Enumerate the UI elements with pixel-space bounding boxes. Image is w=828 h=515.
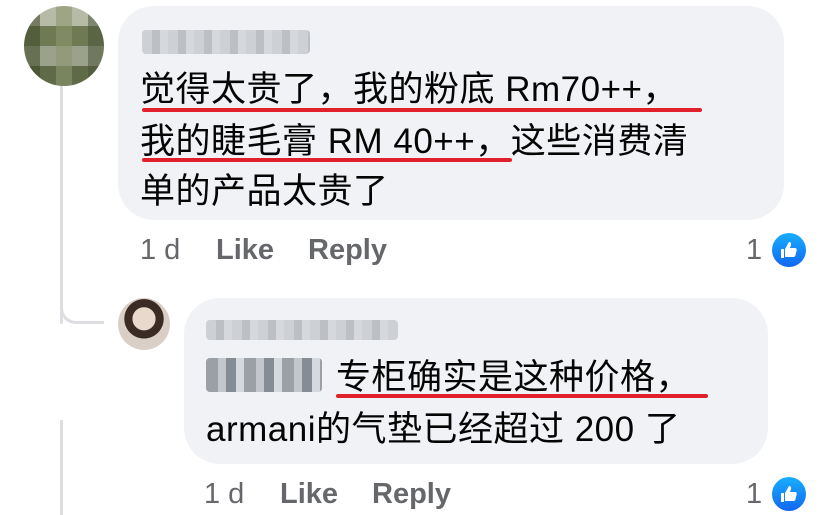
comment-text-line: 我的睫毛膏 RM 40++，这些消费清 — [140, 122, 689, 161]
avatar[interactable] — [118, 298, 170, 350]
reply-button[interactable]: Reply — [372, 477, 451, 511]
thread-line — [60, 84, 63, 324]
red-underline — [336, 394, 708, 398]
reaction-count[interactable]: 1 — [746, 477, 762, 511]
like-button[interactable]: Like — [216, 233, 274, 267]
thumbs-up-icon[interactable] — [772, 477, 806, 511]
red-underline — [142, 108, 702, 112]
reply-timestamp[interactable]: 1 d — [204, 477, 244, 511]
commenter-name-blurred[interactable] — [206, 320, 398, 340]
reply-button[interactable]: Reply — [308, 233, 387, 267]
red-underline — [142, 158, 512, 162]
avatar[interactable] — [24, 6, 104, 86]
comment-text-line: 觉得太贵了，我的粉底 Rm70++， — [140, 70, 678, 109]
like-button[interactable]: Like — [280, 477, 338, 511]
commenter-name-blurred[interactable] — [142, 30, 310, 54]
comment-timestamp[interactable]: 1 d — [140, 233, 180, 267]
reply-text-line: armani的气垫已经超过 200 了 — [206, 410, 681, 449]
mention-blurred[interactable] — [206, 358, 322, 392]
reply-text-line: 专柜确实是这种价格， — [336, 358, 692, 397]
comment-text-line: 单的产品太贵了 — [140, 172, 389, 211]
thread-connector — [60, 292, 104, 324]
thread-line — [60, 420, 63, 515]
thumbs-up-icon[interactable] — [772, 233, 806, 267]
reaction-count[interactable]: 1 — [746, 233, 762, 267]
